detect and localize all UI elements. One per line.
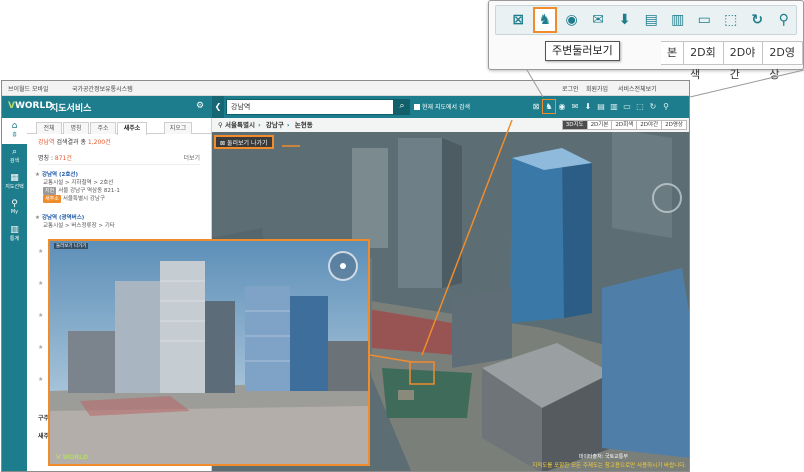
- star-icon[interactable]: ★: [38, 344, 43, 351]
- tab-geo[interactable]: 지오그: [164, 122, 192, 134]
- mail-icon[interactable]: ✉: [569, 100, 581, 113]
- icon-rail: ⌂ 홈 ⌕ 검색 ▦ 지도선택 ⚲ My ▥ 통계: [2, 118, 27, 471]
- zoom-toolbar: ⊠ ♞ ◉ ✉ ⬇ ▤ ▥ ▭ ⬚ ↻ ⚲: [495, 5, 797, 35]
- tab-2d-night[interactable]: 2D야간: [637, 120, 663, 130]
- tab-name[interactable]: 명칭: [63, 122, 89, 134]
- map-toolbar: ⊠ ♞ ◉ ✉ ⬇ ▤ ▥ ▭ ⬚ ↻ ⚲: [530, 99, 672, 114]
- rail-search[interactable]: ⌕ 검색: [2, 144, 27, 170]
- exit-surround-view-button[interactable]: ⊠ 둘러보기 나가기: [214, 135, 274, 149]
- breadcrumb: ⚲ 서울특별시 › 강남구 › 논현동 3D지도 2D기본 2D회색 2D야간 2D…: [212, 118, 689, 132]
- print-icon[interactable]: ▤: [639, 7, 664, 33]
- surround-view-icon[interactable]: ♞: [532, 7, 558, 33]
- top-utility-bar: 브이월드 모바일 국가공간정보유통시스템 로그인 회원가입 서비스전체보기: [2, 81, 689, 96]
- ruler-icon[interactable]: ▭: [692, 7, 717, 33]
- location-pin-icon[interactable]: ⚲: [660, 100, 672, 113]
- star-icon[interactable]: ★: [38, 248, 43, 255]
- tab-address[interactable]: 주소: [90, 122, 116, 134]
- download-icon[interactable]: ⬇: [612, 7, 637, 33]
- tab-3d-map[interactable]: 3D지도: [561, 120, 588, 130]
- roadview-logo: V WORLD: [56, 454, 88, 461]
- rail-home[interactable]: ⌂ 홈: [2, 118, 27, 144]
- measure-icon[interactable]: ◉: [559, 7, 584, 33]
- roadview-inset[interactable]: 둘러보기 나가기 V WORLD: [48, 239, 370, 466]
- refresh-icon[interactable]: ↻: [647, 100, 659, 113]
- star-icon[interactable]: ★: [35, 172, 40, 178]
- location-pin-icon[interactable]: ⚲: [772, 7, 797, 33]
- zoom-tab-2d-night[interactable]: 2D야간: [723, 41, 764, 81]
- star-icon[interactable]: ★: [38, 312, 43, 319]
- more-link[interactable]: 더보기: [183, 153, 200, 162]
- search-input[interactable]: 강남역: [226, 99, 394, 115]
- compass-icon[interactable]: [328, 251, 358, 281]
- star-icon[interactable]: ★: [38, 376, 43, 383]
- home-icon: ⌂: [11, 121, 18, 131]
- star-icon[interactable]: ★: [38, 280, 43, 287]
- surround-view-tooltip: 주변둘러보기: [545, 41, 620, 61]
- building-icon[interactable]: ▥: [665, 7, 690, 33]
- tab-all[interactable]: 전체: [36, 122, 62, 134]
- mobile-link[interactable]: 브이월드 모바일: [8, 84, 49, 93]
- street-view-photo: [50, 241, 368, 464]
- refresh-icon[interactable]: ↻: [745, 7, 770, 33]
- current-map-search-checkbox[interactable]: 현재 지도에서 검색: [414, 102, 470, 111]
- national-spatial-link[interactable]: 국가공간정보유통시스템: [72, 84, 133, 93]
- tab-2d-gray[interactable]: 2D회색: [612, 120, 638, 130]
- search-icon[interactable]: ⌕: [394, 99, 410, 115]
- my-icon: ⚲: [11, 199, 18, 209]
- measure-icon[interactable]: ◉: [556, 100, 568, 113]
- close-icon: ⊠: [220, 140, 226, 147]
- zoom-tab-basic[interactable]: 본: [661, 41, 685, 65]
- stats-icon: ▥: [10, 225, 19, 235]
- roadview-icon[interactable]: ⊠: [530, 100, 542, 113]
- signup-link[interactable]: 회원가입: [586, 84, 608, 93]
- star-icon[interactable]: ★: [35, 215, 40, 221]
- tab-new-address[interactable]: 새주소: [117, 122, 147, 135]
- building-icon[interactable]: ▥: [608, 100, 620, 113]
- print-icon[interactable]: ▤: [595, 100, 607, 113]
- tab-2d-satellite[interactable]: 2D영상: [662, 120, 687, 130]
- list-item[interactable]: ★ 강남역 (광역버스) 교통시설 > 버스정류장 > 기타: [35, 214, 205, 230]
- tab-2d-basic[interactable]: 2D기본: [587, 120, 613, 130]
- gear-icon[interactable]: ⚙: [196, 101, 204, 111]
- list-item[interactable]: ★ 강남역 (2호선) 교통시설 > 지하철역 > 2호선 지번 서울 강남구 역삼…: [35, 171, 205, 203]
- breadcrumb-district[interactable]: 강남구: [266, 121, 284, 129]
- zoom-tab-2d-gray[interactable]: 2D회색: [684, 41, 724, 81]
- rail-stats[interactable]: ▥ 통계: [2, 222, 27, 248]
- map-data-source: 데이터출처: 국토교통부: [578, 454, 628, 460]
- header-bar: VWORLD 지도서비스 ⚙ ❮ 강남역 ⌕ 현재 지도에서 검색 ⊠ ♞ ◉ …: [2, 96, 689, 118]
- surround-view-icon[interactable]: ♞: [542, 99, 556, 114]
- rail-my[interactable]: ⚲ My: [2, 196, 27, 222]
- rail-theme-map[interactable]: ▦ 지도선택: [2, 170, 27, 196]
- category-header: 명칭 : 871건 더보기: [38, 153, 200, 165]
- download-icon[interactable]: ⬇: [582, 100, 594, 113]
- toolbar-zoom-callout: ⊠ ♞ ◉ ✉ ⬇ ▤ ▥ ▭ ⬚ ↻ ⚲ 주변둘러보기 본 2D회색 2D야간…: [488, 0, 804, 81]
- current-map-search-label: 현재 지도에서 검색: [422, 104, 470, 111]
- collapse-panel-button[interactable]: ❮: [212, 96, 224, 118]
- breadcrumb-city[interactable]: 서울특별시: [225, 121, 255, 129]
- roadview-icon[interactable]: ⊠: [506, 7, 531, 33]
- search-icon: ⌕: [11, 147, 18, 157]
- service-title: 지도서비스: [50, 104, 92, 114]
- location-pin-icon: ⚲: [218, 121, 223, 129]
- area-icon[interactable]: ⬚: [718, 7, 743, 33]
- theme-map-icon: ▦: [10, 173, 19, 183]
- search-tabs: 전체 명칭 주소 새주소 지오그: [27, 120, 212, 135]
- map-notice: 지적도를 포함한 모든 주제도는 참고용으로만 사용하시기 바랍니다.: [532, 463, 686, 469]
- mail-icon[interactable]: ✉: [586, 7, 611, 33]
- ruler-icon[interactable]: ▭: [621, 100, 633, 113]
- result-summary: 강남역 검색결과 총 1,200건: [38, 139, 111, 146]
- zoom-map-type-tabs: 본 2D회색 2D야간 2D영상: [661, 41, 803, 81]
- vworld-logo[interactable]: VWORLD: [8, 101, 53, 111]
- roadview-exit-label[interactable]: 둘러보기 나가기: [54, 243, 89, 249]
- area-icon[interactable]: ⬚: [634, 100, 646, 113]
- map-type-tabs: 3D지도 2D기본 2D회색 2D야간 2D영상: [561, 120, 687, 130]
- zoom-tab-2d-satellite[interactable]: 2D영상: [763, 41, 803, 81]
- all-services-link[interactable]: 서비스전체보기: [618, 84, 657, 93]
- login-link[interactable]: 로그인: [562, 84, 579, 93]
- breadcrumb-dong[interactable]: 논현동: [295, 121, 313, 129]
